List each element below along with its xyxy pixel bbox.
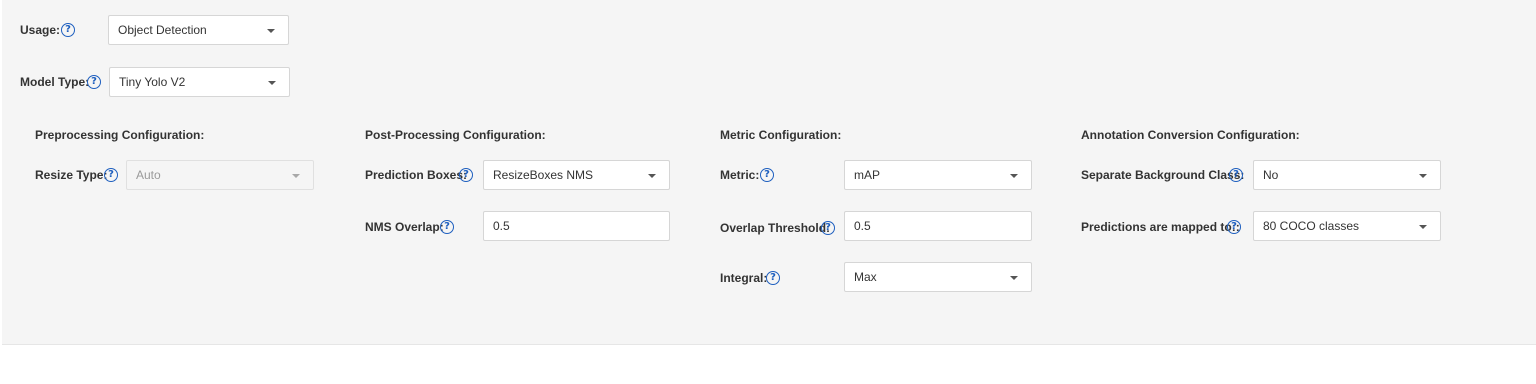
predictions-mapped-help-icon[interactable]: ? [1227, 220, 1241, 234]
model-type-select-value: Tiny Yolo V2 [119, 75, 186, 89]
nms-overlap-input-value: 0.5 [493, 219, 510, 233]
usage-select-value: Object Detection [118, 23, 207, 37]
separate-background-select[interactable]: No [1253, 160, 1441, 190]
chevron-down-icon [648, 174, 656, 178]
overlap-threshold-input-value: 0.5 [854, 219, 871, 233]
separate-background-select-value: No [1263, 168, 1279, 182]
metric-help-icon[interactable]: ? [760, 168, 774, 182]
integral-select-value: Max [854, 270, 877, 284]
nms-overlap-label: NMS Overlap: [365, 220, 444, 234]
integral-help-icon[interactable]: ? [766, 271, 780, 285]
configuration-panel: Usage: ? Object Detection Model Type: ? … [2, 0, 1536, 345]
metric-select-value: mAP [854, 168, 881, 182]
model-type-label: Model Type: [20, 75, 90, 89]
model-type-select[interactable]: Tiny Yolo V2 [109, 67, 290, 97]
prediction-boxes-select[interactable]: ResizeBoxes NMS [483, 160, 670, 190]
resize-type-select: Auto [126, 160, 314, 190]
metric-title: Metric Configuration: [720, 128, 842, 142]
nms-overlap-input[interactable]: 0.5 [483, 211, 670, 241]
chevron-down-icon [1419, 225, 1427, 229]
chevron-down-icon [1010, 174, 1018, 178]
chevron-down-icon [292, 174, 300, 178]
separate-background-label: Separate Background Class: [1081, 168, 1245, 182]
nms-overlap-help-icon[interactable]: ? [440, 220, 454, 234]
separate-background-help-icon[interactable]: ? [1229, 168, 1243, 182]
usage-help-icon[interactable]: ? [61, 23, 75, 37]
predictions-mapped-select-value: 80 COCO classes [1263, 219, 1360, 233]
metric-select[interactable]: mAP [844, 160, 1032, 190]
usage-label: Usage: [20, 23, 61, 37]
annotation-title: Annotation Conversion Configuration: [1081, 128, 1300, 142]
overlap-threshold-label: Overlap Threshold: [720, 221, 831, 235]
overlap-threshold-help-icon[interactable]: ? [821, 221, 835, 235]
metric-label: Metric: [720, 168, 760, 182]
chevron-down-icon [268, 81, 276, 85]
resize-type-label: Resize Type: [35, 168, 108, 182]
predictions-mapped-label: Predictions are mapped to:: [1081, 220, 1240, 234]
overlap-threshold-input[interactable]: 0.5 [844, 211, 1032, 241]
resize-type-select-value: Auto [136, 168, 161, 182]
predictions-mapped-select[interactable]: 80 COCO classes [1253, 211, 1441, 241]
chevron-down-icon [1010, 276, 1018, 280]
integral-label: Integral: [720, 271, 768, 285]
model-type-help-icon[interactable]: ? [87, 75, 101, 89]
usage-select[interactable]: Object Detection [108, 15, 289, 45]
prediction-boxes-select-value: ResizeBoxes NMS [493, 168, 594, 182]
integral-select[interactable]: Max [844, 262, 1032, 292]
prediction-boxes-label: Prediction Boxes: [365, 168, 468, 182]
chevron-down-icon [1419, 174, 1427, 178]
postprocessing-title: Post-Processing Configuration: [365, 128, 546, 142]
preprocessing-title: Preprocessing Configuration: [35, 128, 205, 142]
prediction-boxes-help-icon[interactable]: ? [459, 168, 473, 182]
chevron-down-icon [267, 29, 275, 33]
resize-type-help-icon[interactable]: ? [104, 168, 118, 182]
